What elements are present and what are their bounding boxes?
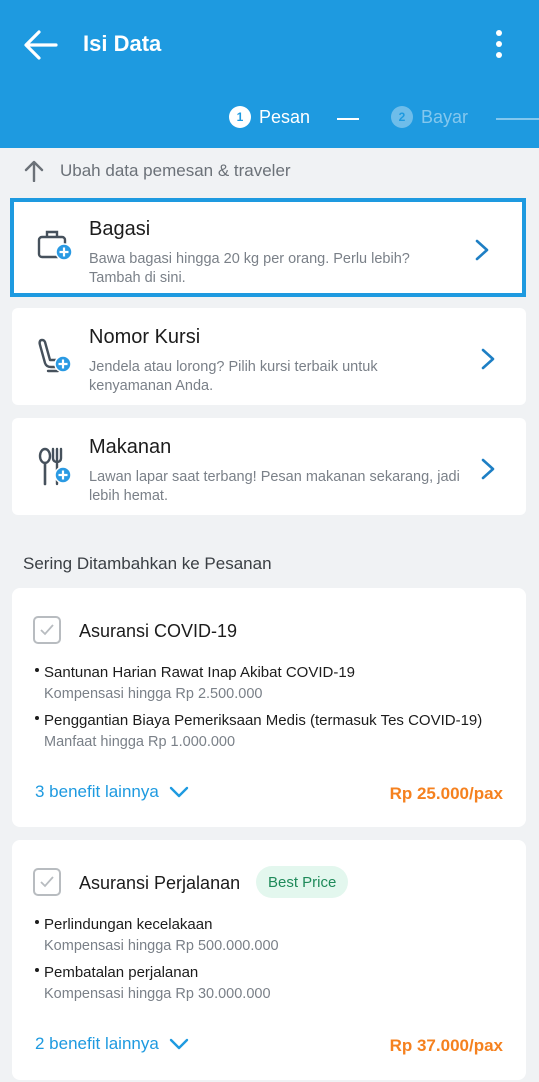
addon-title: Nomor Kursi — [89, 326, 201, 348]
step-pesan: 1 Pesan — [229, 106, 310, 128]
addon-card-nomor-kursi[interactable]: Nomor Kursi Jendela atau lorong? Pilih k… — [12, 308, 526, 405]
insurance-title: Asuransi Perjalanan — [79, 873, 241, 893]
section-title: Sering Ditambahkan ke Pesanan — [23, 554, 272, 573]
addon-description: Jendela atau lorong? Pilih kursi terbaik… — [89, 359, 378, 394]
edit-link-label: Ubah data pemesan & traveler — [60, 161, 291, 180]
back-arrow-icon[interactable] — [22, 28, 58, 62]
step-bayar: 2 Bayar — [391, 106, 468, 128]
chevron-right-icon — [474, 239, 490, 261]
benefit-detail: Kompensasi hingga Rp 2.500.000 — [44, 686, 263, 702]
step-number: 2 — [391, 106, 413, 128]
insurance-checkbox[interactable] — [33, 616, 61, 644]
addon-card-makanan[interactable]: Makanan Lawan lapar saat terbang! Pesan … — [12, 418, 526, 515]
more-benefits-label: 2 benefit lainnya — [35, 1034, 159, 1053]
addon-title: Bagasi — [89, 218, 151, 240]
addon-title: Makanan — [89, 436, 172, 458]
insurance-card-covid: Asuransi COVID-19 Santunan Harian Rawat … — [12, 588, 526, 827]
chevron-right-icon — [480, 348, 496, 370]
more-benefits-link[interactable]: 2 benefit lainnya — [35, 1034, 189, 1054]
benefit-name: Santunan Harian Rawat Inap Akibat COVID-… — [44, 664, 356, 681]
addon-card-bagasi[interactable]: Bagasi Bawa bagasi hingga 20 kg per oran… — [10, 198, 526, 297]
chevron-right-icon — [480, 458, 496, 480]
addon-description: Lawan lapar saat terbang! Pesan makanan … — [89, 469, 460, 504]
chevron-down-icon — [169, 1038, 189, 1050]
insurance-checkbox[interactable] — [33, 868, 61, 896]
page-title: Isi Data — [83, 31, 162, 56]
insurance-price: Rp 25.000/pax — [389, 784, 503, 803]
benefit-name: Penggantian Biaya Pemeriksaan Medis (ter… — [44, 712, 483, 729]
benefit-detail: Manfaat hingga Rp 1.000.000 — [44, 734, 236, 750]
benefit-detail: Kompensasi hingga Rp 30.000.000 — [44, 986, 271, 1002]
benefit-detail: Kompensasi hingga Rp 500.000.000 — [44, 938, 279, 954]
meal-add-icon — [36, 446, 74, 486]
best-price-badge: Best Price — [256, 866, 349, 898]
step-divider — [496, 118, 539, 120]
benefit-name: Pembatalan perjalanan — [44, 964, 199, 981]
luggage-add-icon — [36, 226, 74, 264]
step-number: 1 — [229, 106, 251, 128]
benefit-item: Santunan Harian Rawat Inap Akibat COVID-… — [35, 664, 355, 681]
insurance-card-perjalanan: Asuransi Perjalanan Best Price Perlindun… — [12, 840, 526, 1080]
benefit-item: Penggantian Biaya Pemeriksaan Medis (ter… — [35, 712, 482, 729]
arrow-up-icon — [24, 160, 44, 182]
more-benefits-link[interactable]: 3 benefit lainnya — [35, 782, 189, 802]
chevron-down-icon — [169, 786, 189, 798]
benefit-name: Perlindungan kecelakaan — [44, 916, 213, 933]
benefit-item: Perlindungan kecelakaan — [35, 916, 212, 933]
check-icon — [40, 876, 54, 888]
insurance-price: Rp 37.000/pax — [389, 1036, 503, 1055]
step-label: Bayar — [421, 106, 469, 127]
step-label: Pesan — [259, 106, 311, 127]
app-header: Isi Data 1 Pesan 2 Bayar — [0, 0, 539, 148]
benefit-item: Pembatalan perjalanan — [35, 964, 198, 981]
insurance-title: Asuransi COVID-19 — [79, 621, 238, 641]
addon-description: Bawa bagasi hingga 20 kg per orang. Perl… — [89, 251, 410, 286]
edit-traveler-link[interactable]: Ubah data pemesan & traveler — [24, 160, 291, 182]
progress-steps: 1 Pesan 2 Bayar — [0, 106, 539, 132]
check-icon — [40, 624, 54, 636]
more-benefits-label: 3 benefit lainnya — [35, 782, 159, 801]
step-divider — [337, 118, 359, 120]
more-options-icon[interactable] — [487, 28, 511, 62]
seat-add-icon — [36, 336, 74, 374]
